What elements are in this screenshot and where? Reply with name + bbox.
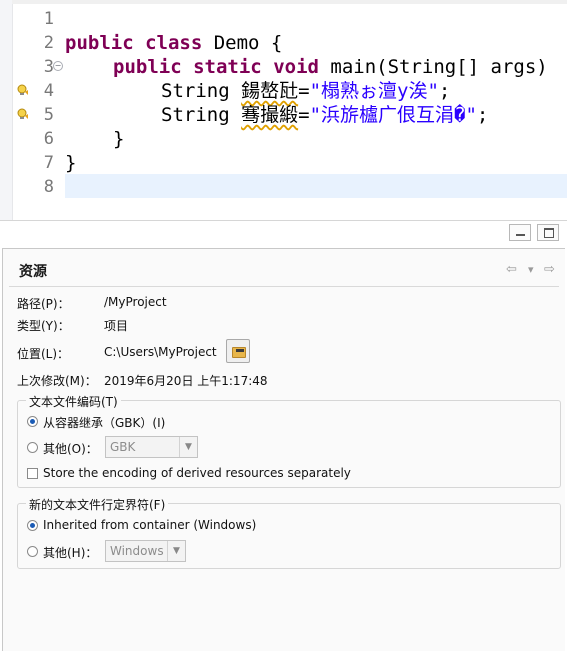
panel-title: 资源 [19, 264, 47, 280]
type-label: 类型(Y)： [17, 319, 70, 333]
location-label: 位置(L)： [17, 347, 70, 361]
string-literal: "浜旂櫨广佷互涓�" [309, 104, 477, 126]
line-number: 2 [43, 33, 54, 53]
warning-lightbulb-icon[interactable] [17, 84, 29, 96]
encoding-select-value: GBK [110, 440, 136, 454]
properties-panel: 资源 ⇦ ▾ ⇨ 路径(P)： /MyProject 类型(Y)： 项目 位置(… [2, 248, 565, 651]
inherit-delimiter-radio[interactable] [27, 520, 38, 531]
code-line-5[interactable]: String 骞撮緞="浜旂櫨广佷互涓�"; [161, 103, 488, 127]
chevron-down-icon: ▼ [179, 437, 197, 457]
path-value: /MyProject [104, 295, 167, 309]
code-line-6[interactable]: } [113, 127, 124, 151]
code-text: ; [438, 80, 451, 102]
code-line-2[interactable]: public class Demo { [65, 31, 282, 55]
modified-value: 2019年6月20日 上午1:17:48 [104, 374, 268, 388]
other-delimiter-radio[interactable] [27, 546, 38, 557]
back-arrow-icon[interactable]: ⇦ [506, 262, 517, 277]
line-number: 6 [43, 129, 54, 149]
fold-toggle-icon[interactable]: − [53, 61, 63, 71]
editor-top-border [12, 0, 567, 4]
maximize-view-button[interactable] [537, 224, 559, 241]
menu-dropdown-icon[interactable]: ▾ [528, 263, 534, 276]
delimiter-select[interactable]: Windows ▼ [105, 540, 186, 562]
inherit-delimiter-label[interactable]: Inherited from container (Windows) [43, 518, 256, 532]
code-text: ; [476, 104, 489, 126]
minimize-view-button[interactable] [509, 224, 531, 241]
inherit-encoding-radio[interactable] [27, 416, 38, 427]
title-divider [9, 286, 559, 287]
forward-arrow-icon[interactable]: ⇨ [544, 262, 555, 277]
line-number: 4 [43, 81, 54, 101]
variable-name: 骞撮緞 [241, 104, 299, 126]
code-type: String [161, 104, 230, 126]
line-number: 5 [43, 105, 54, 125]
code-type: String [161, 80, 230, 102]
location-value: C:\Users\MyProject [104, 345, 217, 359]
other-delimiter-label[interactable]: 其他(H)： [43, 544, 97, 561]
line-number: 8 [43, 177, 54, 197]
keyword: public [65, 32, 134, 54]
string-literal: "榻熟ぉ澶у涘" [309, 80, 439, 102]
variable-name: 鍚嶅瓧 [241, 80, 299, 102]
current-line-highlight [65, 174, 567, 198]
code-text: = [298, 104, 310, 126]
line-delimiter-group: 新的文本文件行定界符(F) [17, 496, 561, 569]
code-text: main(String[] args) [318, 56, 548, 78]
arrow-icon [236, 349, 244, 352]
show-in-explorer-button[interactable] [226, 339, 250, 363]
line-number: 1 [43, 9, 54, 29]
keyword: void [273, 56, 319, 78]
chevron-down-icon: ▼ [167, 541, 185, 561]
warning-lightbulb-icon[interactable] [17, 108, 29, 120]
code-line-4[interactable]: String 鍚嶅瓧="榻熟ぉ澶у涘"; [161, 79, 450, 103]
line-number: 7 [43, 153, 54, 173]
other-encoding-radio[interactable] [27, 442, 38, 453]
type-value: 项目 [104, 319, 129, 333]
code-text: = [298, 80, 310, 102]
store-encoding-checkbox[interactable] [27, 468, 38, 479]
delimiter-select-value: Windows [110, 544, 164, 558]
group-title: 新的文本文件行定界符(F) [26, 496, 169, 513]
other-encoding-label[interactable]: 其他(O)： [43, 440, 98, 457]
inherit-encoding-label[interactable]: 从容器继承（GBK）(I) [43, 414, 165, 431]
modified-label: 上次修改(M)： [17, 374, 97, 388]
keyword: public [113, 56, 182, 78]
view-toolbar [0, 220, 567, 249]
code-editor[interactable]: 1 2 3 4 5 6 7 8 − public class Demo { pu… [0, 0, 567, 220]
path-label: 路径(P)： [17, 297, 70, 311]
encoding-select[interactable]: GBK ▼ [105, 436, 198, 458]
overview-ruler [0, 0, 13, 220]
code-line-3[interactable]: public static void main(String[] args) [113, 55, 548, 79]
line-number: 3 [43, 57, 54, 77]
keyword: static [193, 56, 262, 78]
keyword: class [145, 32, 203, 54]
code-text: Demo { [202, 32, 283, 54]
group-title: 文本文件编码(T) [26, 393, 121, 410]
store-encoding-label[interactable]: Store the encoding of derived resources … [43, 466, 351, 480]
code-line-7[interactable]: } [65, 151, 76, 175]
